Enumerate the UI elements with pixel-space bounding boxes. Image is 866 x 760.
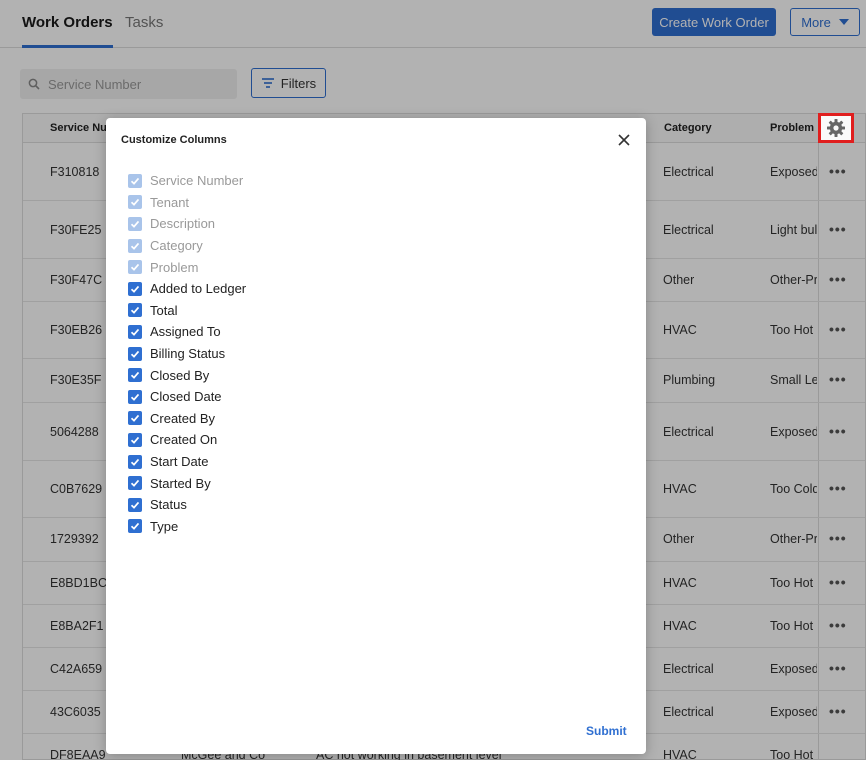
column-checkbox-status[interactable]: Status <box>128 494 246 516</box>
column-checkbox-type[interactable]: Type <box>128 516 246 538</box>
column-checkbox-total[interactable]: Total <box>128 300 246 322</box>
checkbox-label: Category <box>150 238 203 254</box>
checkbox-label: Closed By <box>150 367 210 383</box>
checkbox-check-icon[interactable] <box>128 432 142 447</box>
checkbox-label: Status <box>150 497 187 513</box>
column-checkbox-list: Service Number Tenant Description Category P… <box>128 170 246 537</box>
checkbox-label: Tenant <box>150 194 190 210</box>
checkbox-check-icon[interactable] <box>128 346 142 361</box>
checkbox-check-icon[interactable] <box>128 303 142 318</box>
checkbox-label: Start Date <box>150 454 209 470</box>
checkbox-label: Added to Ledger <box>150 281 247 297</box>
checkbox-check-icon[interactable] <box>128 324 142 339</box>
column-checkbox-closed-by[interactable]: Closed By <box>128 364 246 386</box>
checkbox-label: Assigned To <box>150 324 221 340</box>
gear-icon <box>827 119 845 137</box>
column-checkbox-billing-status[interactable]: Billing Status <box>128 343 246 365</box>
column-checkbox-description: Description <box>128 213 246 235</box>
customize-columns-modal: Customize Columns Service Number Tenant De… <box>106 118 646 754</box>
checkbox-label: Service Number <box>150 173 244 189</box>
close-icon[interactable] <box>616 132 632 148</box>
checkbox-check-icon[interactable] <box>128 411 142 426</box>
column-checkbox-category: Category <box>128 235 246 257</box>
checkbox-check-icon <box>128 238 142 253</box>
checkbox-label: Closed Date <box>150 389 222 405</box>
checkbox-label: Total <box>150 302 178 318</box>
column-settings-button[interactable] <box>818 113 854 143</box>
column-checkbox-closed-date[interactable]: Closed Date <box>128 386 246 408</box>
checkbox-check-icon <box>128 260 142 275</box>
checkbox-check-icon[interactable] <box>128 519 142 534</box>
checkbox-label: Type <box>150 518 179 534</box>
column-checkbox-tenant: Tenant <box>128 192 246 214</box>
checkbox-check-icon <box>128 173 142 188</box>
column-checkbox-started-by[interactable]: Started By <box>128 472 246 494</box>
checkbox-check-icon[interactable] <box>128 368 142 383</box>
column-checkbox-start-date[interactable]: Start Date <box>128 451 246 473</box>
column-checkbox-added-to-ledger[interactable]: Added to Ledger <box>128 278 246 300</box>
column-checkbox-assigned-to[interactable]: Assigned To <box>128 321 246 343</box>
checkbox-check-icon[interactable] <box>128 454 142 469</box>
submit-button[interactable]: Submit <box>586 724 627 738</box>
modal-title: Customize Columns <box>121 134 227 146</box>
checkbox-label: Billing Status <box>150 346 226 362</box>
checkbox-check-icon[interactable] <box>128 476 142 491</box>
column-checkbox-problem: Problem <box>128 256 246 278</box>
checkbox-label: Description <box>150 216 216 232</box>
checkbox-check-icon[interactable] <box>128 281 142 296</box>
checkbox-check-icon[interactable] <box>128 389 142 404</box>
checkbox-label: Started By <box>150 475 211 491</box>
column-checkbox-created-by[interactable]: Created By <box>128 408 246 430</box>
checkbox-label: Created By <box>150 410 216 426</box>
column-checkbox-created-on[interactable]: Created On <box>128 429 246 451</box>
checkbox-label: Created On <box>150 432 218 448</box>
column-checkbox-service-number: Service Number <box>128 170 246 192</box>
checkbox-check-icon[interactable] <box>128 497 142 512</box>
checkbox-check-icon <box>128 216 142 231</box>
checkbox-check-icon <box>128 195 142 210</box>
checkbox-label: Problem <box>150 259 199 275</box>
